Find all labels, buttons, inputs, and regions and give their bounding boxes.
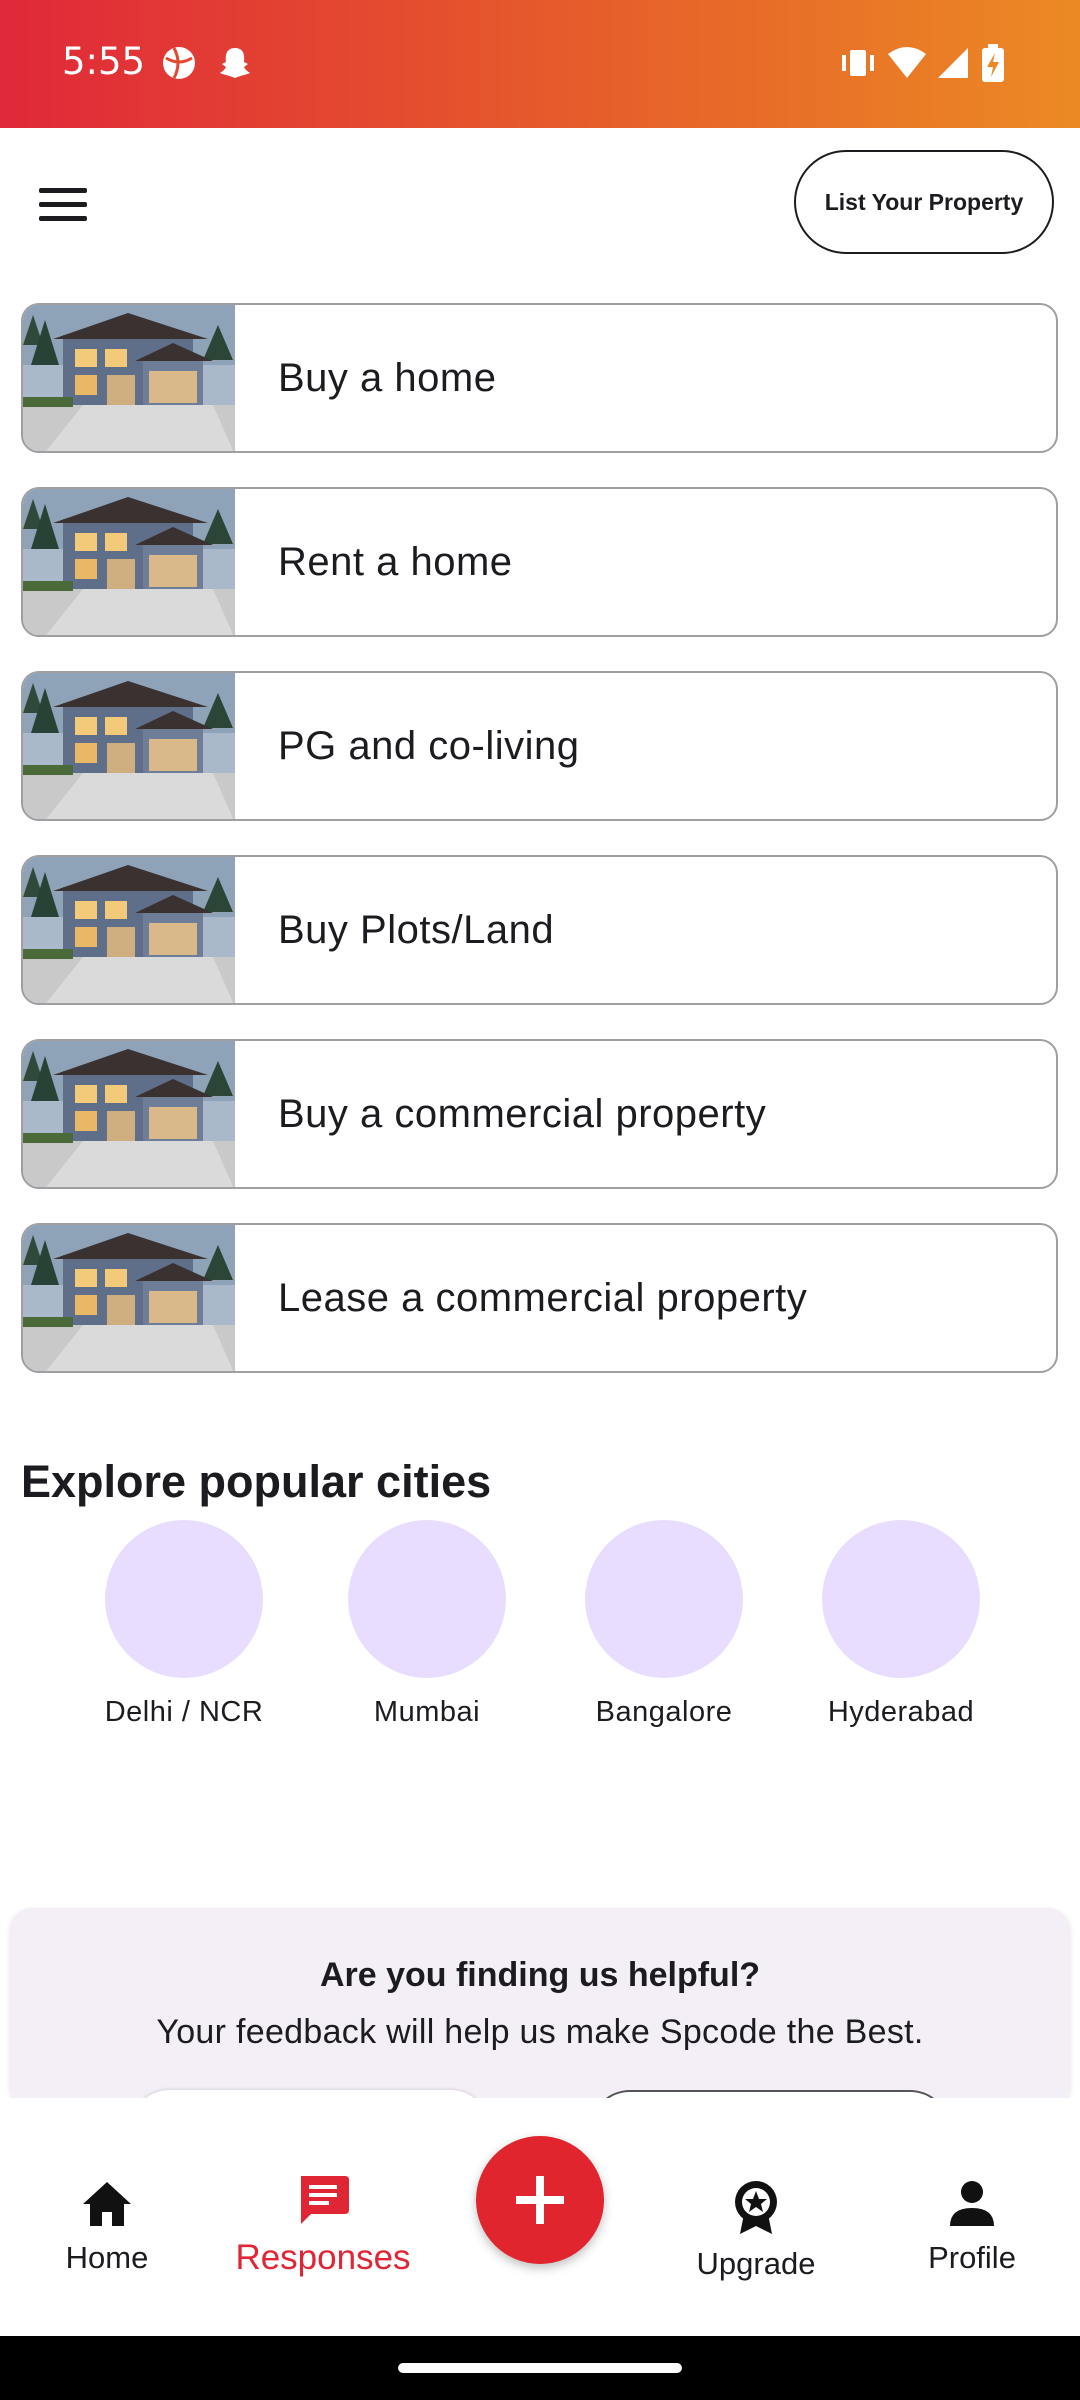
basketball-icon (163, 47, 195, 79)
add-fab-button[interactable] (476, 2136, 604, 2264)
nav-label: Upgrade (696, 2246, 816, 2281)
house-thumbnail (23, 857, 235, 1003)
battery-charging-icon (982, 44, 1004, 82)
city-avatar (822, 1520, 980, 1678)
home-gesture-handle[interactable] (398, 2363, 682, 2373)
section-title-popular-cities: Explore popular cities (21, 1456, 492, 1507)
person-icon (950, 2181, 994, 2226)
gesture-navigation-bar (0, 2336, 1080, 2400)
status-time: 5:55 (62, 40, 146, 83)
category-label: Rent a home (278, 539, 513, 584)
chat-icon (301, 2176, 349, 2224)
house-thumbnail (23, 489, 235, 635)
city-avatar (105, 1520, 263, 1678)
nav-label: Responses (235, 2238, 411, 2277)
category-label: Buy a commercial property (278, 1091, 767, 1136)
list-your-property-button[interactable]: List Your Property (794, 150, 1054, 254)
category-card-lease-commercial[interactable]: Lease a commercial property (21, 1223, 1058, 1373)
bottom-navigation: Home Responses Upgrade Profile (0, 2098, 1080, 2336)
house-thumbnail (23, 1041, 235, 1187)
city-name: Hyderabad (827, 1696, 975, 1728)
feedback-card: Are you finding us helpful? Your feedbac… (10, 1908, 1070, 2108)
snapchat-icon (220, 48, 250, 78)
city-name: Delhi / NCR (104, 1696, 264, 1728)
nav-upgrade[interactable]: Upgrade (656, 2178, 856, 2282)
badge-star-icon (735, 2181, 777, 2234)
category-label: Buy a home (278, 355, 497, 400)
status-bar: 5:55 (0, 0, 1080, 128)
nav-home[interactable]: Home (7, 2178, 207, 2276)
hamburger-menu-icon[interactable] (30, 178, 96, 232)
nav-profile[interactable]: Profile (872, 2178, 1072, 2276)
city-item-delhi[interactable]: Delhi / NCR (84, 1520, 284, 1729)
category-card-rent-home[interactable]: Rent a home (21, 487, 1058, 637)
nav-label: Profile (928, 2240, 1016, 2275)
house-thumbnail (23, 673, 235, 819)
category-label: PG and co-living (278, 723, 580, 768)
city-item-mumbai[interactable]: Mumbai (327, 1520, 527, 1729)
feedback-subtitle: Your feedback will help us make Spcode t… (156, 2013, 924, 2051)
home-icon (83, 2182, 131, 2226)
category-label: Buy Plots/Land (278, 907, 555, 952)
city-item-hyderabad[interactable]: Hyderabad (801, 1520, 1001, 1729)
city-avatar (348, 1520, 506, 1678)
category-card-buy-plots[interactable]: Buy Plots/Land (21, 855, 1058, 1005)
category-label: Lease a commercial property (278, 1275, 808, 1320)
city-name: Mumbai (373, 1696, 481, 1728)
plus-icon (516, 2176, 564, 2224)
top-app-bar: List Your Property (0, 128, 1080, 278)
vibrate-icon (842, 50, 874, 76)
feedback-title: Are you finding us helpful? (319, 1956, 761, 1994)
city-name: Bangalore (595, 1696, 733, 1728)
category-card-buy-home[interactable]: Buy a home (21, 303, 1058, 453)
nav-responses[interactable]: Responses (223, 2172, 423, 2278)
signal-icon (938, 48, 968, 78)
city-item-bangalore[interactable]: Bangalore (564, 1520, 764, 1729)
nav-label: Home (65, 2240, 149, 2275)
category-card-buy-commercial[interactable]: Buy a commercial property (21, 1039, 1058, 1189)
house-thumbnail (23, 305, 235, 451)
wifi-icon (888, 47, 926, 78)
city-avatar (585, 1520, 743, 1678)
category-card-pg-coliving[interactable]: PG and co-living (21, 671, 1058, 821)
house-thumbnail (23, 1225, 235, 1371)
